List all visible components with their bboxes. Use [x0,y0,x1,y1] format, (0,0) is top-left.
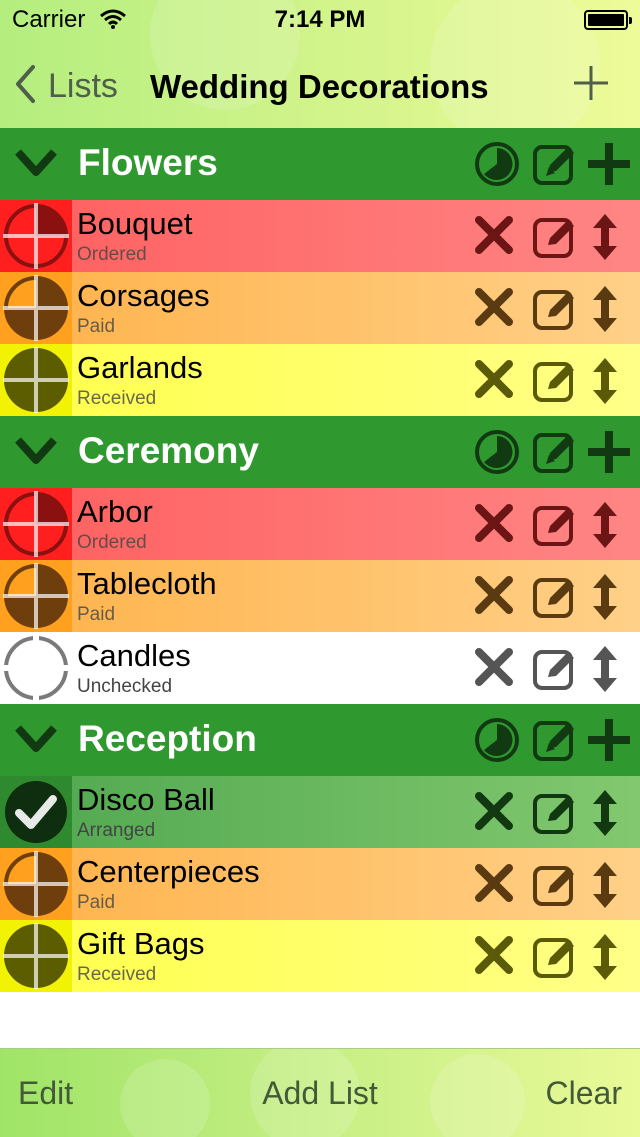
add-item-icon[interactable] [586,429,632,480]
progress-pie-icon[interactable] [474,141,520,192]
item-status: Unchecked [77,676,173,697]
delete-icon[interactable] [474,575,514,620]
battery-icon [584,10,632,30]
list-item[interactable]: Candles Unchecked [0,632,640,704]
chevron-down-icon[interactable] [14,434,58,473]
item-status: Received [77,964,157,985]
status-cell[interactable] [0,560,72,632]
edit-section-icon[interactable] [532,141,578,192]
list-item[interactable]: Gift Bags Received [0,920,640,992]
edit-section-icon[interactable] [532,717,578,768]
delete-icon[interactable] [474,287,514,332]
chevron-down-icon[interactable] [14,146,58,185]
edit-icon[interactable] [532,934,578,985]
edit-icon[interactable] [532,862,578,913]
delete-icon[interactable] [474,647,514,692]
watermark-circle [120,1059,210,1137]
status-cell[interactable] [0,920,72,992]
section-title: Ceremony [78,430,259,471]
delete-icon[interactable] [474,863,514,908]
list-item[interactable]: Disco Ball Arranged [0,776,640,848]
status-cell[interactable] [0,344,72,416]
progress-pie-icon[interactable] [474,717,520,768]
status-cell[interactable] [0,488,72,560]
status-bar: Carrier 7:14 PM [0,6,640,36]
back-label: Lists [48,66,118,105]
add-button[interactable] [572,64,610,107]
reorder-handle-icon[interactable] [590,356,620,411]
item-status: Arranged [77,820,156,841]
item-name: Disco Ball [77,782,215,817]
item-name: Bouquet [77,206,193,241]
reorder-handle-icon[interactable] [590,860,620,915]
checklist: Flowers Bouquet Ordered Corsages Paid Ga… [0,128,640,992]
delete-icon[interactable] [474,503,514,548]
clear-button[interactable]: Clear [546,1075,622,1112]
reorder-handle-icon[interactable] [590,572,620,627]
item-status: Ordered [77,244,147,265]
status-cell[interactable] [0,632,72,704]
section-title: Reception [78,718,257,759]
edit-icon[interactable] [532,574,578,625]
header: Carrier 7:14 PM Lists Wedding Decoration… [0,0,640,128]
item-name: Garlands [77,350,203,385]
section-header-ceremony[interactable]: Ceremony [0,416,640,488]
list-item[interactable]: Arbor Ordered [0,488,640,560]
edit-icon[interactable] [532,286,578,337]
back-button[interactable]: Lists [14,62,118,110]
edit-section-icon[interactable] [532,429,578,480]
reorder-handle-icon[interactable] [590,284,620,339]
edit-icon[interactable] [532,646,578,697]
item-status: Paid [77,316,116,337]
item-status: Paid [77,604,116,625]
progress-pie-icon[interactable] [474,429,520,480]
item-name: Gift Bags [77,926,205,961]
chevron-left-icon [14,64,36,109]
status-cell[interactable] [0,776,72,848]
item-name: Corsages [77,278,210,313]
item-name: Arbor [77,494,153,529]
edit-button[interactable]: Edit [18,1075,73,1112]
status-cell[interactable] [0,200,72,272]
chevron-down-icon[interactable] [14,722,58,761]
status-cell[interactable] [0,272,72,344]
edit-icon[interactable] [532,214,578,265]
list-item[interactable]: Bouquet Ordered [0,200,640,272]
add-item-icon[interactable] [586,141,632,192]
edit-icon[interactable] [532,790,578,841]
watermark-circle [430,1054,525,1137]
status-time: 7:14 PM [274,6,366,33]
delete-icon[interactable] [474,791,514,836]
navigation-bar: Lists Wedding Decorations [0,56,640,116]
page-title: Wedding Decorations [150,68,489,105]
section-header-reception[interactable]: Reception [0,704,640,776]
list-item[interactable]: Garlands Received [0,344,640,416]
item-name: Centerpieces [77,854,260,889]
item-status: Received [77,388,157,409]
section-header-flowers[interactable]: Flowers [0,128,640,200]
list-item[interactable]: Corsages Paid [0,272,640,344]
list-item[interactable]: Centerpieces Paid [0,848,640,920]
reorder-handle-icon[interactable] [590,212,620,267]
item-name: Tablecloth [77,566,217,601]
plus-icon [572,66,610,106]
reorder-handle-icon[interactable] [590,932,620,987]
status-cell[interactable] [0,848,72,920]
delete-icon[interactable] [474,935,514,980]
reorder-handle-icon[interactable] [590,500,620,555]
edit-icon[interactable] [532,502,578,553]
watermark-circle [250,1049,360,1137]
bottom-toolbar: Edit Add List Clear [0,1048,640,1137]
add-item-icon[interactable] [586,717,632,768]
list-item[interactable]: Tablecloth Paid [0,560,640,632]
delete-icon[interactable] [474,215,514,260]
section-title: Flowers [78,142,218,183]
delete-icon[interactable] [474,359,514,404]
reorder-handle-icon[interactable] [590,788,620,843]
item-status: Ordered [77,532,147,553]
reorder-handle-icon[interactable] [590,644,620,699]
item-status: Paid [77,892,116,913]
item-name: Candles [77,638,191,673]
edit-icon[interactable] [532,358,578,409]
